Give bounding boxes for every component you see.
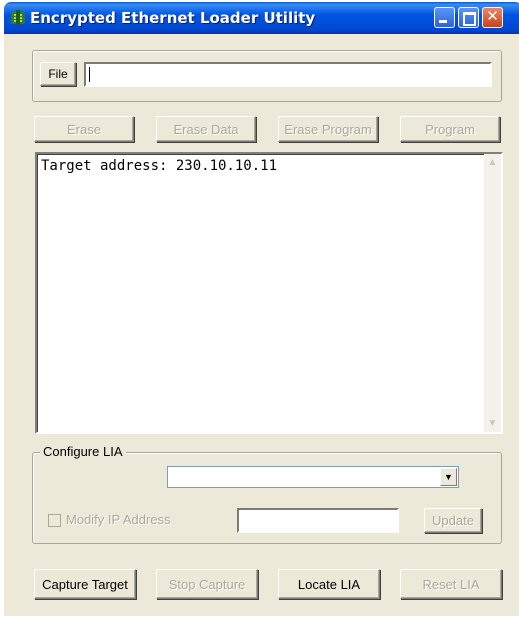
output-console[interactable]: Target address: 230.10.10.11 ▲ ▼ xyxy=(35,152,503,434)
text-caret xyxy=(89,67,90,82)
stop-capture-button[interactable]: Stop Capture xyxy=(156,569,258,599)
program-button[interactable]: Program xyxy=(400,116,500,142)
maximize-icon xyxy=(463,12,476,26)
erase-program-button[interactable]: Erase Program xyxy=(278,116,378,142)
minimize-button[interactable] xyxy=(434,7,455,28)
chevron-down-icon[interactable]: ▼ xyxy=(440,468,457,486)
scroll-up-icon[interactable]: ▲ xyxy=(484,154,501,171)
close-icon: ✕ xyxy=(486,8,499,25)
locate-lia-button[interactable]: Locate LIA xyxy=(278,569,380,599)
title-bar[interactable]: Encrypted Ethernet Loader Utility ✕ xyxy=(4,2,519,34)
configure-lia-label: Configure LIA xyxy=(40,444,126,459)
console-text: Target address: 230.10.10.11 xyxy=(41,158,278,174)
file-path-input[interactable] xyxy=(84,62,492,87)
minimize-icon xyxy=(439,20,447,23)
modify-ip-checkbox[interactable] xyxy=(48,514,61,527)
app-icon xyxy=(11,10,25,26)
vertical-scrollbar[interactable]: ▲ ▼ xyxy=(484,154,501,432)
reset-lia-button[interactable]: Reset LIA xyxy=(400,569,502,599)
close-button[interactable]: ✕ xyxy=(482,7,503,28)
maximize-button[interactable] xyxy=(458,7,479,28)
modify-ip-label: Modify IP Address xyxy=(66,512,171,527)
window-title: Encrypted Ethernet Loader Utility xyxy=(30,9,316,27)
lia-select[interactable]: ▼ xyxy=(167,466,459,488)
erase-button[interactable]: Erase xyxy=(34,116,134,142)
ip-address-input[interactable] xyxy=(237,508,399,533)
capture-target-button[interactable]: Capture Target xyxy=(34,569,136,599)
file-button[interactable]: File xyxy=(40,62,76,86)
scroll-down-icon[interactable]: ▼ xyxy=(484,415,501,432)
erase-data-button[interactable]: Erase Data xyxy=(156,116,256,142)
app-window: Encrypted Ethernet Loader Utility ✕ File… xyxy=(4,2,519,616)
update-button[interactable]: Update xyxy=(424,508,482,533)
